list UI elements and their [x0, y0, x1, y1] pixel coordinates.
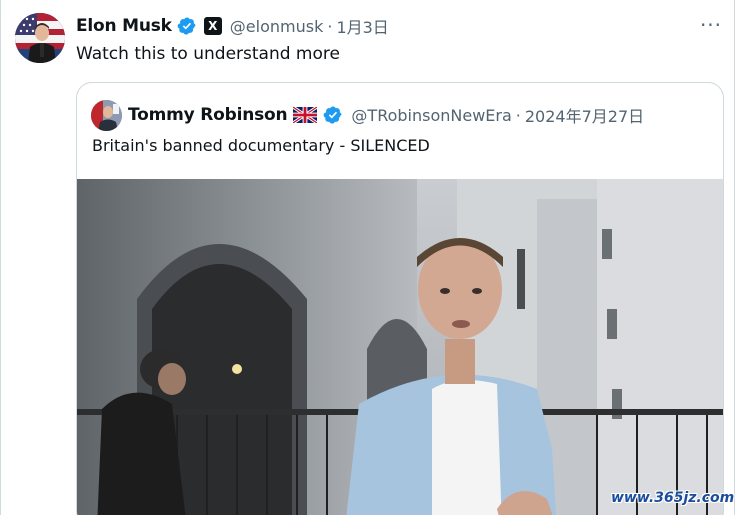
author-name[interactable]: Elon Musk — [76, 16, 172, 36]
header-separator: · — [327, 16, 333, 36]
quoted-author-name[interactable]: Tommy Robinson — [128, 105, 288, 125]
quoted-header-separator: · — [515, 105, 521, 125]
tweet-header: Elon Musk X @elonmusk · 1月3日 — [76, 14, 389, 38]
tweet-text: Watch this to understand more — [76, 44, 340, 64]
quoted-avatar-image — [91, 100, 122, 131]
quoted-tweet-text: Britain's banned documentary - SILENCED — [92, 136, 430, 155]
quoted-tweet-header: Tommy Robinson @TRobinsonNewEra · 2024年7… — [128, 103, 644, 127]
avatar-image — [15, 13, 65, 63]
video-thumbnail-image — [77, 179, 723, 515]
site-watermark: www.365jz.com — [611, 490, 735, 506]
tweet-container: Elon Musk X @elonmusk · 1月3日 ··· Watch t… — [0, 0, 735, 515]
verified-badge-icon — [177, 16, 197, 36]
video-thumbnail[interactable] — [77, 179, 723, 515]
quoted-tweet[interactable]: Tommy Robinson @TRobinsonNewEra · 2024年7… — [76, 82, 724, 515]
author-avatar[interactable] — [15, 13, 65, 63]
uk-flag-icon — [292, 105, 319, 125]
author-handle[interactable]: @elonmusk — [230, 17, 324, 36]
tweet-date[interactable]: 1月3日 — [336, 14, 388, 38]
more-options-icon[interactable]: ··· — [698, 13, 724, 37]
quoted-verified-badge-icon — [323, 105, 343, 125]
quoted-tweet-date[interactable]: 2024年7月27日 — [525, 103, 644, 127]
quoted-author-handle[interactable]: @TRobinsonNewEra — [351, 106, 511, 125]
x-affiliation-icon[interactable]: X — [203, 17, 222, 35]
quoted-author-avatar[interactable] — [91, 100, 122, 131]
